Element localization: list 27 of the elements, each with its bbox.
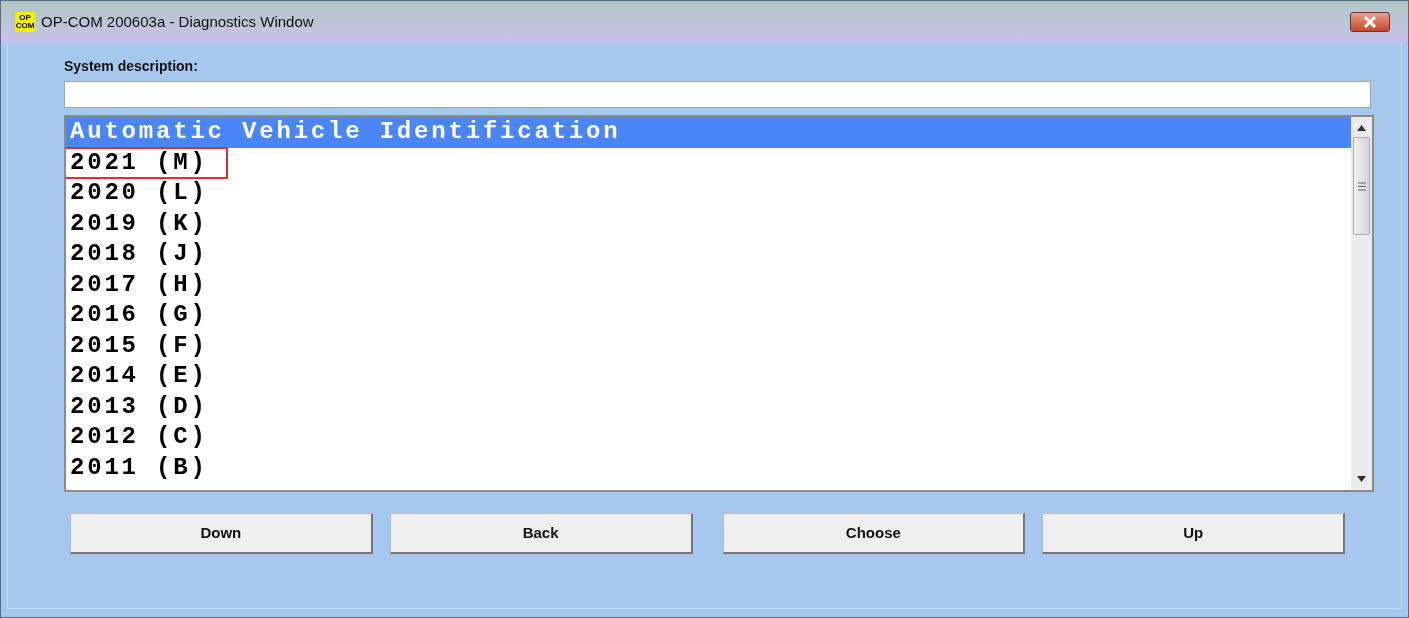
list-item[interactable]: 2017 (H) — [66, 269, 1351, 300]
system-description-field[interactable] — [64, 81, 1371, 108]
logo-text: OP — [19, 14, 31, 22]
list-item[interactable]: 2011 (B) — [66, 452, 1351, 483]
list-item[interactable]: 2015 (F) — [66, 330, 1351, 361]
scrollbar[interactable] — [1351, 117, 1372, 490]
list-item[interactable]: 2013 (D) — [66, 391, 1351, 422]
close-icon — [1363, 16, 1377, 28]
field-label: System description: — [64, 57, 199, 75]
scroll-thumb[interactable] — [1353, 137, 1370, 235]
window-title: OP-COM 200603a - Diagnostics Window — [41, 11, 314, 32]
list-item[interactable]: 2012 (C) — [66, 422, 1351, 453]
scroll-up-icon — [1357, 125, 1366, 131]
close-button[interactable] — [1350, 12, 1390, 32]
list-item[interactable]: 2014 (E) — [66, 361, 1351, 392]
action-button[interactable]: Up — [1042, 513, 1345, 554]
list-item[interactable]: 2018 (J) — [66, 239, 1351, 270]
scroll-down-icon — [1357, 476, 1366, 482]
action-button[interactable]: Down — [70, 513, 373, 554]
action-button[interactable]: Choose — [722, 513, 1026, 554]
list-item[interactable]: 2020 (L) — [66, 178, 1351, 209]
grip-icon — [1357, 181, 1366, 191]
list-item[interactable]: 2021 (M) — [66, 147, 1351, 178]
list-item[interactable]: 2016 (G) — [66, 300, 1351, 331]
action-button[interactable]: Back — [389, 513, 693, 554]
logo-text: COM — [15, 22, 35, 30]
list-item[interactable]: 2019 (K) — [66, 208, 1351, 239]
